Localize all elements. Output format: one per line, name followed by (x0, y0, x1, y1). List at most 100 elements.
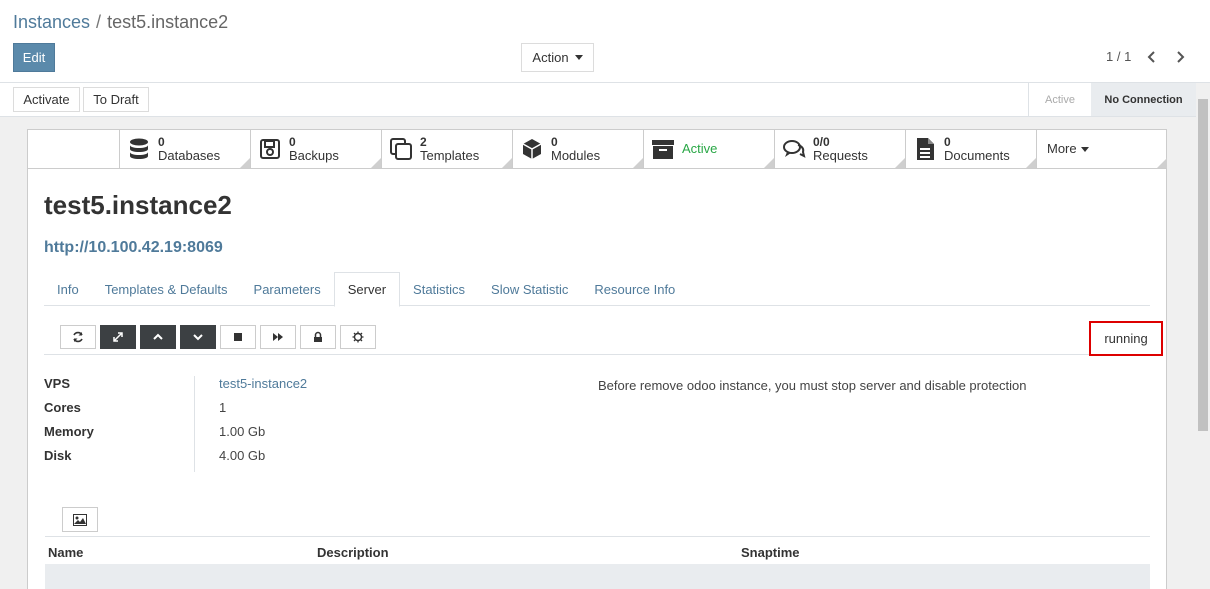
column-snaptime[interactable]: Snaptime (741, 545, 800, 560)
scale-down-button[interactable] (180, 325, 216, 349)
more-dropdown-button[interactable]: More (1036, 130, 1167, 169)
memory-label: Memory (44, 424, 94, 439)
column-description[interactable]: Description (317, 545, 389, 560)
backups-label: Backups (289, 148, 339, 163)
more-label: More (1047, 141, 1077, 156)
lock-icon (314, 331, 322, 342)
requests-smart-button[interactable]: 0/0 Requests (774, 130, 905, 169)
expand-icon (113, 332, 123, 342)
cores-value: 1 (219, 400, 227, 415)
modules-count: 0 (551, 135, 558, 149)
tab-statistics[interactable]: Statistics (400, 272, 478, 306)
backups-count: 0 (289, 135, 296, 149)
settings-button[interactable] (340, 325, 376, 349)
caret-down-icon (1080, 146, 1089, 152)
field-separator (194, 376, 195, 472)
modules-smart-button[interactable]: 0 Modules (512, 130, 643, 169)
cores-label: Cores (44, 400, 81, 415)
file-icon (912, 136, 938, 162)
field-row-memory: Memory 1.00 Gb (44, 424, 265, 448)
stop-icon (234, 333, 242, 341)
chevron-down-icon (193, 334, 203, 341)
database-icon (126, 136, 152, 162)
documents-count: 0 (944, 135, 951, 149)
templates-smart-button[interactable]: 2 Templates (381, 130, 512, 169)
modules-label: Modules (551, 148, 601, 163)
fast-forward-button[interactable] (260, 325, 296, 349)
removal-note: Before remove odoo instance, you must st… (598, 378, 1027, 393)
field-row-vps: VPS test5-instance2 (44, 376, 307, 400)
archive-icon (650, 136, 676, 162)
stage-active[interactable]: Active (1028, 83, 1091, 116)
button-box-spacer (28, 130, 119, 169)
tab-info[interactable]: Info (44, 272, 92, 306)
pager-next-button[interactable] (1170, 46, 1190, 68)
templates-label: Templates (420, 148, 480, 163)
scrollbar-thumb[interactable] (1198, 99, 1208, 431)
snapshot-button[interactable] (62, 507, 98, 532)
to-draft-button[interactable]: To Draft (83, 87, 149, 112)
refresh-button[interactable] (60, 325, 96, 349)
documents-smart-button[interactable]: 0 Documents (905, 130, 1036, 169)
stage-no-connection[interactable]: No Connection (1091, 83, 1196, 116)
snapshots-table-header: Name Description Snaptime (45, 536, 1150, 564)
breadcrumb-separator: / (96, 12, 102, 32)
button-box: 0 Databases 0 Backups 2 Templates 0 Modules … (119, 130, 1167, 169)
chevron-up-icon (153, 333, 163, 340)
stop-button[interactable] (220, 325, 256, 349)
record-title: test5.instance2 (44, 190, 232, 220)
fast-forward-icon (273, 333, 283, 341)
tab-parameters[interactable]: Parameters (241, 272, 334, 306)
active-label: Active (682, 141, 718, 156)
tab-resource-info[interactable]: Resource Info (581, 272, 688, 306)
caret-down-icon (574, 55, 583, 60)
breadcrumb-instances-link[interactable]: Instances (13, 12, 90, 32)
scale-up-button[interactable] (140, 325, 176, 349)
lock-button[interactable] (300, 325, 336, 349)
server-state-badge: running (1089, 321, 1163, 356)
memory-value: 1.00 Gb (219, 424, 266, 439)
field-row-disk: Disk 4.00 Gb (44, 448, 265, 472)
server-toolbar (44, 321, 1150, 355)
floppy-icon (257, 136, 283, 162)
vps-label: VPS (44, 376, 71, 391)
disk-label: Disk (44, 448, 72, 463)
refresh-icon (73, 331, 83, 343)
instance-url-link[interactable]: http://10.100.42.19:8069 (44, 239, 223, 257)
chevron-right-icon (1177, 51, 1185, 63)
copy-icon (388, 136, 414, 162)
databases-count: 0 (158, 135, 165, 149)
snapshots-table-row (45, 564, 1150, 589)
disk-value: 4.00 Gb (219, 448, 266, 463)
gear-icon (352, 331, 364, 343)
vps-link[interactable]: test5-instance2 (219, 376, 307, 391)
backups-smart-button[interactable]: 0 Backups (250, 130, 381, 169)
requests-count: 0/0 (813, 135, 830, 149)
notebook-tabs: Info Templates & Defaults Parameters Ser… (44, 272, 1150, 307)
breadcrumb-current: test5.instance2 (107, 12, 229, 32)
action-label: Action (532, 50, 569, 65)
column-name[interactable]: Name (48, 545, 83, 560)
vertical-scrollbar[interactable] (1196, 83, 1210, 589)
expand-button[interactable] (100, 325, 136, 349)
status-bar: Activate To Draft Active No Connection (0, 83, 1196, 117)
databases-smart-button[interactable]: 0 Databases (119, 130, 250, 169)
field-row-cores: Cores 1 (44, 400, 226, 424)
activate-button[interactable]: Activate (13, 87, 80, 112)
tab-slow-statistic[interactable]: Slow Statistic (478, 272, 581, 306)
documents-label: Documents (944, 148, 1010, 163)
active-toggle-button[interactable]: Active (643, 130, 774, 169)
edit-button[interactable]: Edit (13, 43, 55, 72)
tab-server[interactable]: Server (333, 272, 401, 307)
templates-count: 2 (420, 135, 427, 149)
chevron-left-icon (1147, 51, 1155, 63)
breadcrumb: Instances / test5.instance2 (13, 12, 228, 33)
action-dropdown[interactable]: Action (521, 43, 594, 72)
control-panel: Instances / test5.instance2 Edit Action 1 … (0, 0, 1210, 83)
pager-previous-button[interactable] (1142, 46, 1162, 68)
form-sheet: 0 Databases 0 Backups 2 Templates 0 Modules … (27, 129, 1167, 589)
tab-templates-defaults[interactable]: Templates & Defaults (92, 272, 241, 306)
cube-icon (519, 136, 545, 162)
comments-icon (781, 136, 807, 162)
pager-value[interactable]: 1 / 1 (1106, 49, 1131, 64)
